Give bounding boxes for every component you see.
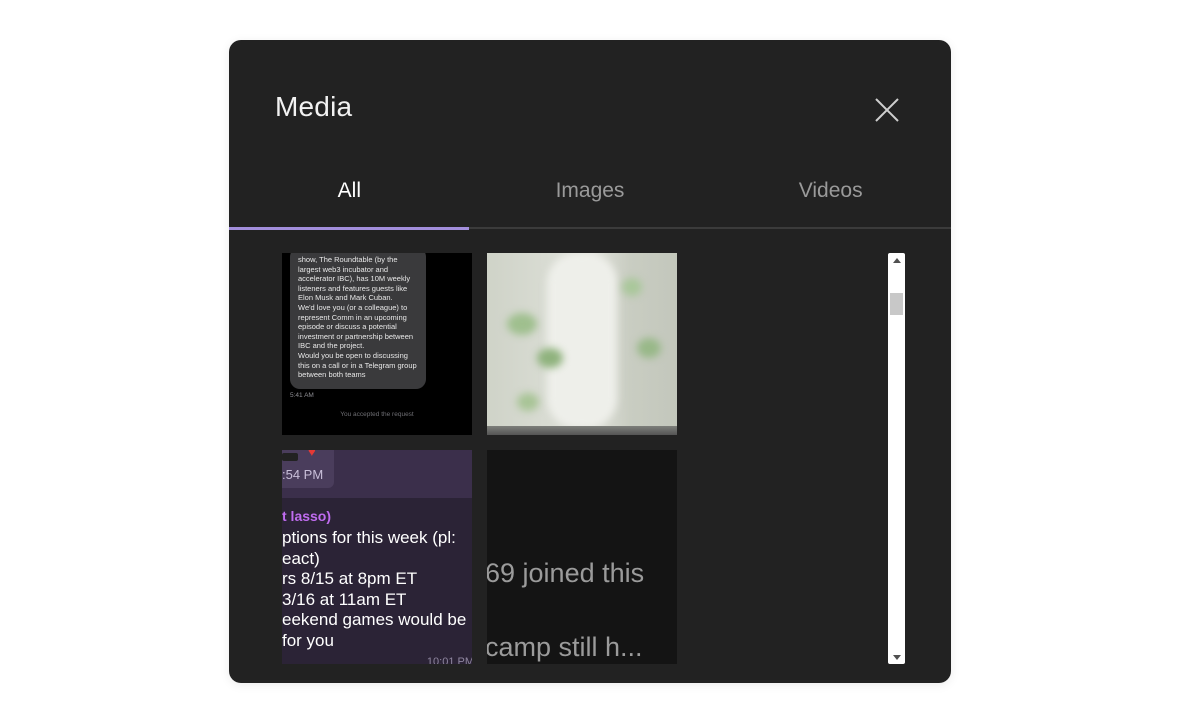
message-line: eact) (282, 548, 320, 568)
scroll-down-button[interactable] (888, 650, 905, 664)
heart-icon: ♥ (308, 450, 316, 459)
media-dialog: Media All Images Videos show, The Roundt… (229, 40, 951, 683)
bubble-line: IBC and the project. (298, 341, 365, 351)
message-line: rs 8/15 at 8pm ET (282, 569, 418, 588)
tab-all[interactable]: All (229, 170, 470, 230)
bubble-line: accelerator IBC), has 10M weekly (298, 274, 411, 284)
message-line: eekend games would be (282, 610, 467, 629)
photo-blur-area (537, 348, 563, 368)
photo-blur-area (517, 393, 539, 411)
bubble-line: listeners and features guests like (298, 283, 408, 293)
emoji-dark (282, 453, 298, 461)
tab-videos[interactable]: Videos (710, 170, 951, 230)
active-tab-indicator (229, 227, 469, 230)
request-status: You accepted the request (340, 411, 414, 418)
chat-bubble: show, The Roundtable (by the largest web… (290, 253, 426, 389)
text-line: 69 joined this (487, 558, 645, 588)
tab-images[interactable]: Images (470, 170, 711, 230)
photo-blur-area (637, 338, 661, 358)
arrow-up-icon (892, 257, 901, 263)
bubble-line: between both teams (298, 370, 366, 380)
bubble-line: largest web3 incubator and (298, 264, 389, 274)
media-thumbnail-3[interactable]: ♥ :54 PM t lasso) ptions for this week (… (282, 450, 472, 664)
photo-blur-area (622, 278, 642, 296)
photo-bottom-edge (487, 426, 677, 435)
media-tabs: All Images Videos (229, 170, 951, 230)
close-icon (875, 98, 899, 122)
scrollbar[interactable] (888, 253, 905, 664)
bubble-line: Elon Musk and Mark Cuban. (298, 293, 393, 303)
dialog-title: Media (275, 91, 353, 122)
photo-blur-area (507, 313, 537, 335)
message-time: 5:41 AM (290, 392, 314, 399)
media-thumbnail-4[interactable]: 69 joined this camp still h... (487, 450, 677, 664)
message-time: 10:01 PM (426, 656, 472, 664)
message-line: 3/16 at 11am ET (282, 589, 407, 609)
bubble-line: Would you be open to discussing (298, 350, 408, 360)
media-thumbnail-2[interactable] (487, 253, 677, 435)
scroll-up-button[interactable] (888, 253, 905, 267)
message-author: t lasso) (282, 508, 332, 524)
bubble-line: represent Comm in an upcoming (298, 312, 407, 322)
bubble-line: We'd love you (or a colleague) to (298, 302, 408, 312)
message-line: for you (282, 630, 334, 650)
message-body: ptions for this week (pl: eact) rs 8/15 at… (282, 528, 472, 651)
bubble-line: episode or discuss a potential (298, 322, 397, 332)
photo-blur-area (547, 253, 617, 428)
bubble-line: investment or partnership between (298, 331, 414, 341)
message-line: ptions for this week (pl: (282, 528, 456, 547)
bubble-line: this on a call or in a Telegram group (298, 360, 417, 370)
media-thumbnail-1[interactable]: show, The Roundtable (by the largest web… (282, 253, 472, 435)
text-line: camp still h... (487, 632, 643, 662)
close-button[interactable] (869, 92, 905, 128)
message-time: :54 PM (282, 467, 324, 482)
arrow-down-icon (892, 654, 901, 660)
bubble-line: show, The Roundtable (by the (298, 255, 398, 264)
scrollbar-thumb[interactable] (890, 293, 903, 315)
media-grid: show, The Roundtable (by the largest web… (282, 253, 677, 664)
